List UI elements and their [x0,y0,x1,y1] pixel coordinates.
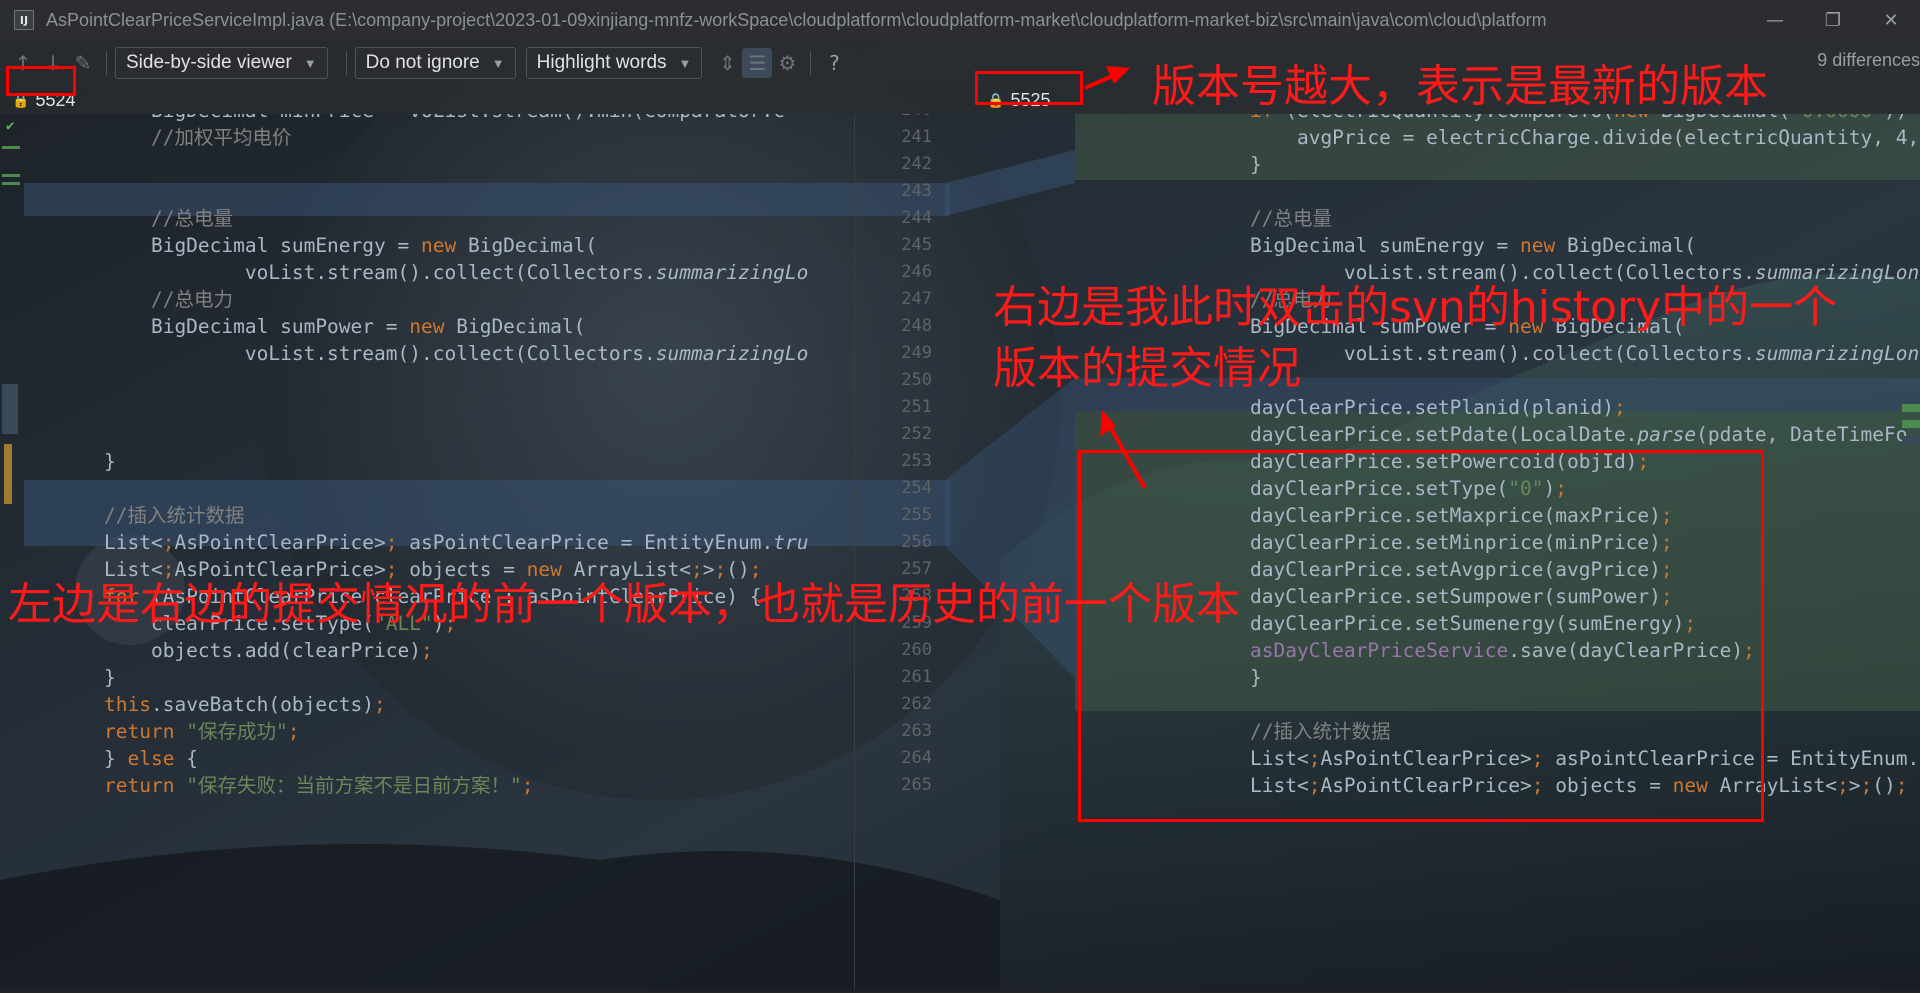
line-number: 242 [901,154,932,174]
line-number: 247 [901,289,932,309]
annotation-top-note: 版本号越大，表示是最新的版本 [1152,61,1768,112]
code-line: return "保存失败：当前方案不是日前方案！"; [104,774,534,797]
code-line: BigDecimal sumEnergy = new BigDecimal( [1250,234,1697,257]
code-line: //总电力 [104,288,233,311]
code-line: if (electricQuantity.compareTo(new BigDe… [1250,114,1919,124]
annotation-left-note: 左边是右边的提交情况的前一个版本，也就是历史的前一个版本 [8,579,1240,630]
line-number: 261 [901,667,932,687]
toolbar-separator [810,51,812,75]
code-line: voList.stream().collect(Collectors.summa… [1250,342,1920,365]
right-error-stripe [1902,404,1920,412]
line-number: 244 [901,208,932,228]
toolbar-separator [345,51,347,75]
line-number: 260 [901,640,932,660]
line-number: 245 [901,235,932,255]
changed-code-highlight-box [1078,450,1764,822]
line-number: 264 [901,748,932,768]
app-icon: IJ [14,10,34,30]
code-line: voList.stream().collect(Collectors.summa… [104,342,809,365]
code-line: this.saveBatch(objects); [104,693,386,716]
viewer-mode-dropdown[interactable]: Side-by-side viewer ▼ [115,47,328,79]
code-line: } else { [104,747,198,770]
highlight-mode-dropdown[interactable]: Highlight words ▼ [525,47,703,79]
whitespace-mode-label: Do not ignore [365,52,480,73]
chevron-down-icon: ▼ [678,55,692,71]
left-editor-pane[interactable]: 240 BigDecimal minPrice = voList.stream(… [24,114,950,989]
restore-icon[interactable]: ❐ [1804,0,1862,40]
line-number: 262 [901,694,932,714]
line-number: 246 [901,262,932,282]
line-number: 248 [901,316,932,336]
highlight-mode-label: Highlight words [536,52,667,73]
line-number: 241 [901,127,932,147]
window-title: AsPointClearPriceServiceImpl.java (E:\co… [46,9,1547,30]
code-line: dayClearPrice.setPdate(LocalDate.parse(p… [1250,423,1908,446]
right-revision-highlight-box [975,71,1083,105]
code-line: return "保存成功"; [104,720,300,743]
differences-count: 9 differences [1817,50,1920,70]
code-line: dayClearPrice.setPlanid(planid); [1250,396,1626,419]
line-number: 243 [901,181,932,201]
code-line: //插入统计数据 [104,504,245,527]
code-line: //总电量 [104,207,233,230]
code-line: //加权平均电价 [104,126,292,149]
viewer-mode-label: Side-by-side viewer [126,52,292,73]
code-line: voList.stream().collect(Collectors.summa… [104,261,809,284]
code-line: BigDecimal minPrice = voList.stream().mi… [104,114,785,124]
code-line: //总电量 [1250,207,1332,230]
chevron-down-icon: ▼ [303,55,317,71]
annotation-right-note-line1: 右边是我此时双击的svn的history中的一个 [993,282,1838,333]
line-number: 252 [901,424,932,444]
code-line: List<;AsPointClearPrice>; asPointClearPr… [104,531,809,554]
annotation-right-note-line2: 版本的提交情况 [993,343,1301,394]
window-title-bar: IJ AsPointClearPriceServiceImpl.java (E:… [0,0,1920,40]
toolbar-separator [106,51,107,75]
code-line: } [1250,153,1262,176]
diff-divider [945,114,1075,989]
code-line: BigDecimal sumEnergy = new BigDecimal( [104,234,598,257]
line-number: 255 [901,505,932,525]
left-error-stripe: ✔ [0,114,24,989]
sync-scroll-icon[interactable]: ☰ [742,48,773,78]
settings-gear-icon[interactable]: ⚙ [772,48,802,78]
line-number: 263 [901,721,932,741]
chevron-down-icon: ▼ [491,55,505,71]
line-number: 265 [901,775,932,795]
code-line: } [104,666,116,689]
minimize-icon[interactable]: — [1746,0,1804,40]
line-number: 250 [901,370,932,390]
line-number: 249 [901,343,932,363]
left-revision-header: 🔒 5524 [0,86,975,114]
check-icon: ✔ [6,118,15,134]
code-line: objects.add(clearPrice); [104,639,433,662]
line-number: 254 [901,478,932,498]
help-icon[interactable]: ? [819,48,849,78]
line-number: 240 [892,114,932,124]
line-number: 253 [901,451,932,471]
left-revision-highlight-box [6,66,76,96]
line-number: 256 [901,532,932,552]
close-icon[interactable]: ✕ [1862,0,1920,40]
code-line: } [104,450,116,473]
collapse-unchanged-icon[interactable]: ⇕ [712,48,742,78]
whitespace-mode-dropdown[interactable]: Do not ignore ▼ [354,47,516,79]
line-number: 251 [901,397,932,417]
code-line: BigDecimal sumPower = new BigDecimal( [104,315,586,338]
code-line: avgPrice = electricCharge.divide(electri… [1250,126,1920,149]
